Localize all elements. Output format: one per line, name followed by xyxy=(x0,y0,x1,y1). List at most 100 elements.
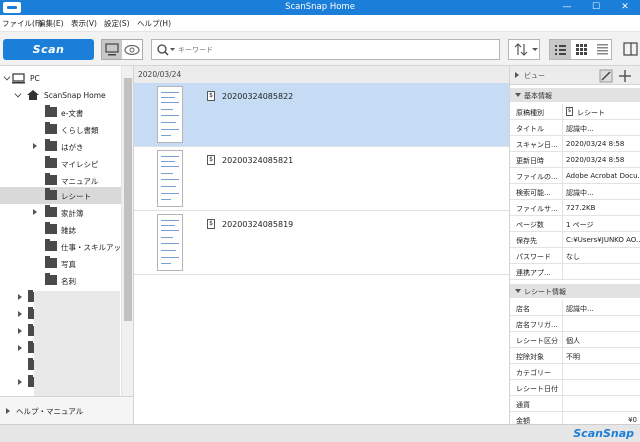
move-icon[interactable] xyxy=(618,69,632,83)
prop-row-doc-type[interactable]: 原稿種別 $ レシート xyxy=(510,104,640,120)
prop-row-store-kana[interactable]: 店名フリガ... xyxy=(510,316,640,332)
prop-row-receipt-type[interactable]: レシート区分 個人 xyxy=(510,332,640,348)
chevron-right-icon[interactable] xyxy=(18,379,22,385)
cloud-mode-button[interactable] xyxy=(122,40,142,59)
tree-item-magazines[interactable]: 雑誌 xyxy=(0,221,121,238)
prop-key: カテゴリー xyxy=(516,369,551,377)
prop-value[interactable]: $ レシート xyxy=(562,104,640,119)
prop-value[interactable]: 個人 xyxy=(562,332,640,347)
prop-value[interactable] xyxy=(562,380,640,395)
mode-toggle-group xyxy=(101,39,143,60)
prop-value-text: 2020/03/24 8:58 xyxy=(566,156,625,164)
prop-value-text: なし xyxy=(566,253,580,261)
prop-row-deduction[interactable]: 控除対象 不明 xyxy=(510,348,640,364)
prop-value: なし xyxy=(562,248,640,263)
close-button[interactable]: ✕ xyxy=(610,0,640,15)
prop-value[interactable] xyxy=(562,316,640,331)
menu-help[interactable]: ヘルプ(H) xyxy=(137,18,171,29)
folder-icon xyxy=(45,205,57,217)
receipt-thumbnail[interactable] xyxy=(157,86,183,143)
tree-item-work-skills[interactable]: 仕事・スキルアップ xyxy=(0,238,129,255)
panel-toggle-button[interactable] xyxy=(621,39,640,60)
menu-settings[interactable]: 設定(S) xyxy=(104,18,130,29)
chevron-right-icon[interactable] xyxy=(18,294,22,300)
prop-key: 検索可能... xyxy=(516,189,551,197)
viewer-header[interactable]: ビュー xyxy=(510,66,640,85)
prop-row-linked-app[interactable]: 連携アプ... xyxy=(510,264,640,280)
prop-row-amount[interactable]: 金額 ¥0 xyxy=(510,412,640,424)
chevron-right-icon[interactable] xyxy=(18,345,22,351)
scan-button[interactable]: Scan xyxy=(3,39,94,60)
sort-button[interactable] xyxy=(508,39,540,60)
list-view-button[interactable] xyxy=(550,40,571,59)
brand-logo: ScanSnap xyxy=(573,427,634,440)
chevron-right-icon[interactable] xyxy=(33,143,37,149)
chevron-right-icon[interactable] xyxy=(515,72,519,78)
menu-edit[interactable]: 編集(E) xyxy=(38,18,64,29)
prop-value[interactable]: C:¥Users¥JUNKO AO... xyxy=(562,232,640,247)
file-row[interactable]: $ 20200324085819 xyxy=(134,211,509,275)
tree-item-life-docs[interactable]: くらし書類 xyxy=(0,121,121,138)
prop-value[interactable]: 不明 xyxy=(562,348,640,363)
chevron-right-icon[interactable] xyxy=(33,209,37,215)
prop-value[interactable]: ¥0 xyxy=(562,412,640,424)
search-input[interactable] xyxy=(178,43,478,56)
prop-value-text: C:¥Users¥JUNKO AO... xyxy=(566,236,640,244)
prop-value[interactable] xyxy=(562,396,640,411)
prop-row-title[interactable]: タイトル 認識中... xyxy=(510,120,640,136)
file-row[interactable]: $ 20200324085822 xyxy=(134,83,509,147)
detail-view-button[interactable] xyxy=(592,40,613,59)
folder-icon xyxy=(45,105,57,117)
grid-view-button[interactable] xyxy=(571,40,592,59)
tree-item-scansnap-home[interactable]: ScanSnap Home xyxy=(0,87,121,104)
tree-label: はがき xyxy=(61,143,84,152)
tree-item-postcards[interactable]: はがき xyxy=(0,138,121,155)
prop-row-currency[interactable]: 通貨 xyxy=(510,396,640,412)
search-field[interactable] xyxy=(151,39,500,60)
folder-icon xyxy=(45,139,57,151)
chevron-right-icon[interactable] xyxy=(18,311,22,317)
window-title: ScanSnap Home xyxy=(285,2,355,12)
receipt-info-header[interactable]: レシート情報 xyxy=(510,284,640,298)
local-mode-button[interactable] xyxy=(102,40,122,59)
chevron-down-icon[interactable] xyxy=(14,90,22,98)
prop-row-category[interactable]: カテゴリー xyxy=(510,364,640,380)
prop-key: 保存先 xyxy=(516,237,537,245)
prop-row-store-name[interactable]: 店名 認識中... xyxy=(510,300,640,316)
tree-item-receipts[interactable]: レシート xyxy=(0,187,121,204)
tree-item-business-cards[interactable]: 名刺 xyxy=(0,272,121,289)
viewer-label: ビュー xyxy=(524,72,545,80)
chevron-right-icon[interactable] xyxy=(18,328,22,334)
scrollbar-thumb[interactable] xyxy=(124,78,132,321)
help-manual-bar[interactable]: ヘルプ・マニュアル xyxy=(0,396,134,424)
menu-file[interactable]: ファイル(F) xyxy=(2,18,42,29)
receipt-thumbnail[interactable] xyxy=(157,150,183,207)
prop-key: 原稿種別 xyxy=(516,109,544,117)
tree-item-pc[interactable]: PC xyxy=(0,70,121,87)
chevron-down-icon[interactable] xyxy=(515,289,521,293)
toolbar: Scan xyxy=(0,32,640,66)
basic-info-header[interactable]: 基本情報 xyxy=(510,88,640,102)
chevron-down-icon[interactable] xyxy=(3,73,11,81)
edit-icon[interactable] xyxy=(599,69,613,83)
prop-value[interactable] xyxy=(562,364,640,379)
tree-item-household-budget[interactable]: 家計簿 xyxy=(0,204,121,221)
prop-value[interactable]: 認識中... xyxy=(562,120,640,135)
tree-item-photos[interactable]: 写真 xyxy=(0,255,121,272)
prop-row-save-location[interactable]: 保存先 C:¥Users¥JUNKO AO... xyxy=(510,232,640,248)
tree-item-e-document[interactable]: e-文書 xyxy=(0,104,121,121)
prop-row-receipt-date[interactable]: レシート日付 xyxy=(510,380,640,396)
tree-label: マイレシピ xyxy=(61,160,99,169)
search-icon[interactable] xyxy=(154,40,176,59)
maximize-button[interactable]: ☐ xyxy=(581,0,611,15)
sidebar-scrollbar[interactable] xyxy=(121,66,133,396)
tree-item-recipes[interactable]: マイレシピ xyxy=(0,155,121,172)
file-row[interactable]: $ 20200324085821 xyxy=(134,147,509,211)
minimize-button[interactable]: — xyxy=(552,0,582,15)
folder-icon xyxy=(45,122,57,134)
chevron-down-icon[interactable] xyxy=(515,93,521,97)
menu-view[interactable]: 表示(V) xyxy=(71,18,97,29)
prop-value[interactable] xyxy=(562,264,640,279)
prop-value[interactable]: 認識中... xyxy=(562,300,640,315)
receipt-thumbnail[interactable] xyxy=(157,214,183,271)
